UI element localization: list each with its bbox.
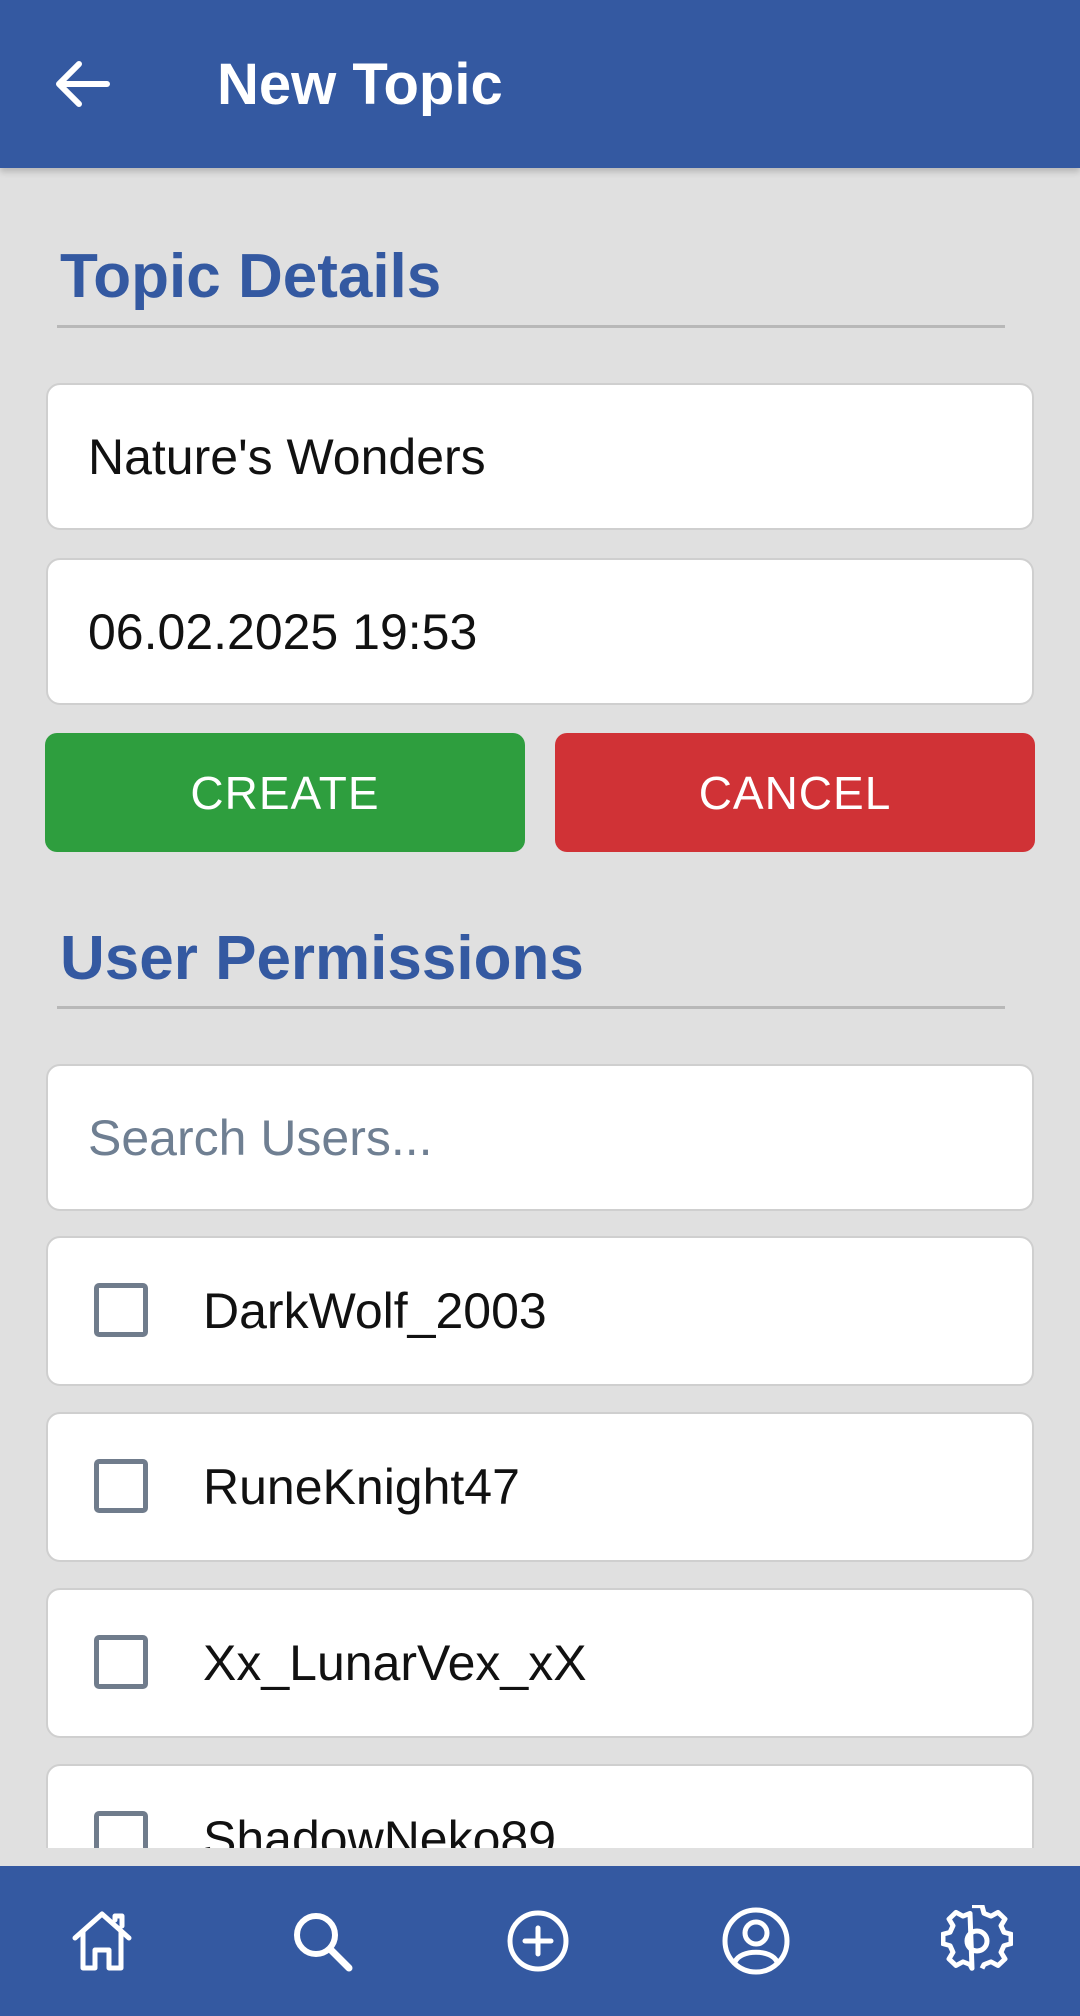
page-title: New Topic bbox=[217, 52, 503, 117]
user-checkbox[interactable] bbox=[94, 1635, 148, 1689]
nav-add[interactable] bbox=[488, 1891, 588, 1991]
search-users-input[interactable] bbox=[88, 1108, 1032, 1167]
user-checkbox[interactable] bbox=[94, 1283, 148, 1337]
cancel-button[interactable]: CANCEL bbox=[555, 733, 1035, 852]
user-list-item[interactable]: DarkWolf_2003 bbox=[46, 1236, 1034, 1386]
user-name: ShadowNeko89 bbox=[203, 1811, 557, 1848]
nav-settings[interactable] bbox=[927, 1891, 1027, 1991]
topic-name-field[interactable] bbox=[46, 383, 1034, 530]
user-name: Xx_LunarVex_xX bbox=[203, 1635, 587, 1691]
bottom-navigation bbox=[0, 1866, 1080, 2016]
app-header: New Topic bbox=[0, 0, 1080, 168]
topic-datetime-field[interactable] bbox=[46, 558, 1034, 705]
user-list-item[interactable]: Xx_LunarVex_xX bbox=[46, 1588, 1034, 1738]
app-screen: New Topic Topic Details CREATE CANCEL Us… bbox=[0, 0, 1080, 2016]
add-circle-icon bbox=[507, 1910, 569, 1972]
arrow-left-icon bbox=[56, 61, 110, 107]
user-list-item[interactable]: RuneKnight47 bbox=[46, 1412, 1034, 1562]
nav-profile[interactable] bbox=[706, 1891, 806, 1991]
settings-gear-icon bbox=[941, 1905, 1013, 1971]
user-name: RuneKnight47 bbox=[203, 1459, 520, 1515]
search-users-field[interactable] bbox=[46, 1064, 1034, 1211]
nav-home[interactable] bbox=[52, 1891, 152, 1991]
search-icon bbox=[294, 1913, 353, 1972]
back-button[interactable] bbox=[42, 40, 122, 128]
profile-icon bbox=[722, 1907, 790, 1975]
user-checkbox[interactable] bbox=[94, 1459, 148, 1513]
user-name: DarkWolf_2003 bbox=[203, 1283, 547, 1339]
topic-datetime-input[interactable] bbox=[88, 602, 1032, 661]
home-icon bbox=[72, 1911, 132, 1971]
content-area: Topic Details CREATE CANCEL User Permiss… bbox=[0, 168, 1080, 1848]
nav-search[interactable] bbox=[272, 1891, 372, 1991]
section-divider bbox=[57, 1006, 1005, 1009]
user-list-item[interactable]: ShadowNeko89 bbox=[46, 1764, 1034, 1848]
topic-details-heading: Topic Details bbox=[60, 242, 442, 311]
create-button[interactable]: CREATE bbox=[45, 733, 525, 852]
topic-name-input[interactable] bbox=[88, 427, 1032, 486]
section-divider bbox=[57, 325, 1005, 328]
user-permissions-heading: User Permissions bbox=[60, 924, 584, 993]
user-checkbox[interactable] bbox=[94, 1811, 148, 1848]
